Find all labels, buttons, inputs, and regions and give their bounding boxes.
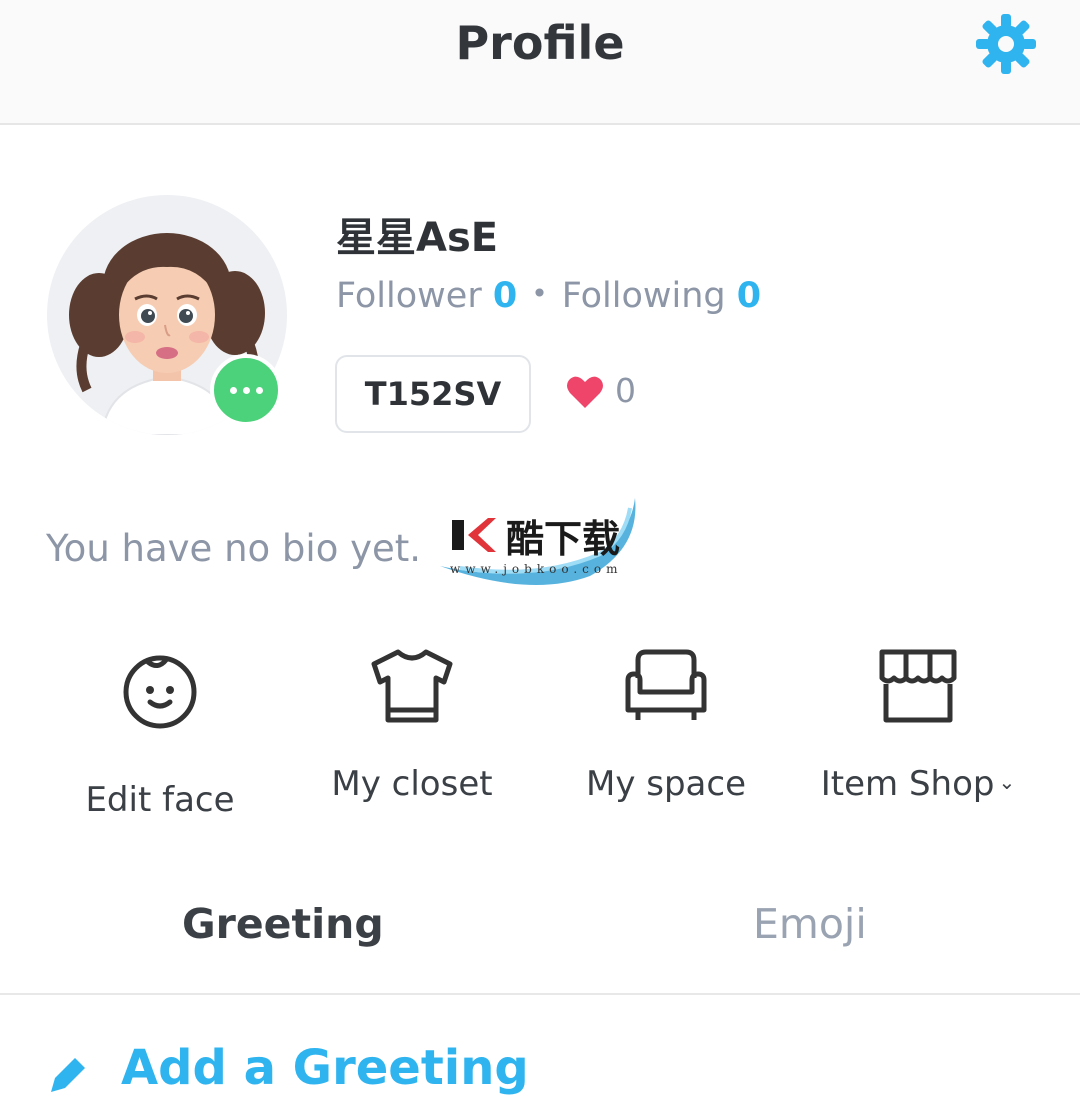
face-icon bbox=[123, 655, 197, 729]
sofa-icon bbox=[625, 649, 707, 720]
header-bar: Profile bbox=[0, 0, 1080, 125]
follower-count: 0 bbox=[492, 276, 518, 316]
watermark-text: 酷下载 bbox=[506, 517, 621, 561]
more-dot bbox=[229, 386, 237, 394]
pencil-icon bbox=[51, 1058, 85, 1092]
heart-icon[interactable] bbox=[566, 374, 604, 410]
follower-link[interactable]: Follower 0 bbox=[336, 276, 517, 316]
my-space-label: My space bbox=[585, 764, 746, 804]
item-shop-label: Item Shop ⌄ bbox=[808, 764, 1028, 804]
follower-label: Follower bbox=[336, 276, 482, 316]
item-shop-text: Item Shop bbox=[820, 764, 995, 804]
tab-divider bbox=[0, 993, 1080, 995]
settings-button[interactable] bbox=[974, 12, 1038, 76]
avatar-more-button[interactable] bbox=[210, 354, 282, 426]
chevron-down-icon: ⌄ bbox=[998, 770, 1016, 794]
like-count: 0 bbox=[615, 371, 636, 410]
bio-text[interactable]: You have no bio yet. bbox=[46, 527, 421, 570]
page-title: Profile bbox=[455, 16, 625, 70]
following-count: 0 bbox=[736, 276, 762, 316]
user-code-button[interactable]: T152SV bbox=[335, 355, 531, 433]
tab-emoji[interactable]: Emoji bbox=[753, 900, 867, 948]
my-closet-button[interactable]: My closet bbox=[302, 648, 522, 804]
stats-separator: • bbox=[531, 277, 548, 310]
my-space-button[interactable]: My space bbox=[556, 648, 776, 804]
username: 星星AsE bbox=[336, 215, 499, 261]
more-dot bbox=[242, 386, 250, 394]
edit-face-button[interactable]: Edit face bbox=[50, 648, 270, 820]
tshirt-icon bbox=[371, 649, 453, 723]
watermark-url: www.jobkoo.com bbox=[450, 562, 623, 576]
shop-icon bbox=[879, 649, 957, 723]
watermark: 酷下载 www.jobkoo.com bbox=[440, 488, 640, 588]
edit-face-label: Edit face bbox=[85, 780, 235, 820]
following-link[interactable]: Following 0 bbox=[562, 276, 761, 316]
tab-greeting[interactable]: Greeting bbox=[182, 900, 384, 948]
following-label: Following bbox=[561, 276, 726, 316]
add-greeting-label: Add a Greeting bbox=[121, 1040, 529, 1096]
more-dot bbox=[255, 386, 263, 394]
follow-stats: Follower 0 • Following 0 bbox=[336, 276, 761, 316]
item-shop-button[interactable]: Item Shop ⌄ bbox=[808, 648, 1028, 804]
my-closet-label: My closet bbox=[331, 764, 493, 804]
gear-icon bbox=[976, 14, 1036, 74]
